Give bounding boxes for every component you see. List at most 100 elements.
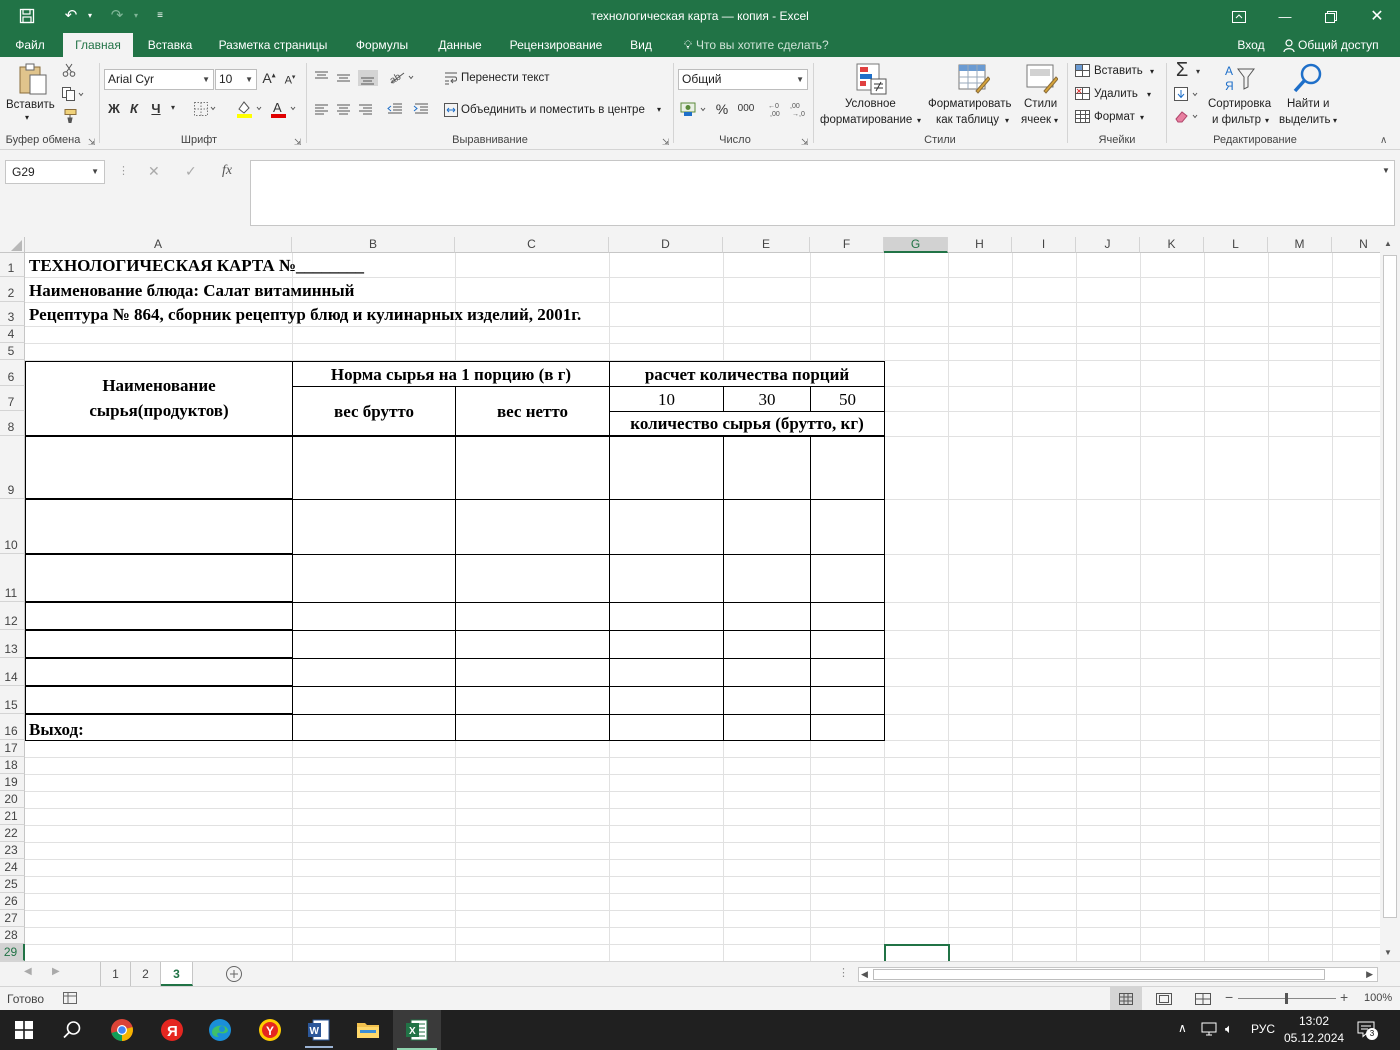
windows-start-icon[interactable] [0, 1010, 48, 1050]
column-header-a[interactable]: A [25, 237, 292, 253]
row-header-10[interactable]: 10 [0, 499, 25, 554]
cell-header-netto[interactable]: вес нетто [456, 402, 609, 422]
cell-styles-icon[interactable] [1026, 63, 1059, 98]
row-header-23[interactable]: 23 [0, 842, 25, 859]
scroll-left-icon[interactable]: ◀ [861, 969, 868, 980]
clock-date[interactable]: 05.12.2024 [1284, 1031, 1344, 1045]
delete-cells-button[interactable]: Удалить [1094, 88, 1138, 100]
input-language[interactable]: РУС [1251, 1022, 1275, 1036]
row-header-15[interactable]: 15 [0, 686, 25, 714]
sort-filter-icon[interactable]: АЯ [1224, 63, 1256, 96]
scroll-right-icon[interactable]: ▶ [1366, 969, 1373, 980]
row-header-8[interactable]: 8 [0, 411, 25, 436]
row-header-22[interactable]: 22 [0, 825, 25, 842]
font-size-combo[interactable]: 10 ▼ [215, 69, 257, 90]
search-icon[interactable] [48, 1014, 96, 1050]
format-painter-icon[interactable] [62, 109, 78, 126]
wrap-text-button[interactable]: Перенести текст [461, 72, 550, 84]
row-header-26[interactable]: 26 [0, 893, 25, 910]
sort-filter-button[interactable]: Сортировка [1208, 98, 1271, 110]
zoom-level[interactable]: 100% [1364, 992, 1392, 1004]
column-header-l[interactable]: L [1204, 237, 1268, 253]
find-select-button[interactable]: Найти и [1287, 98, 1329, 110]
confirm-entry-icon[interactable]: ✓ [185, 163, 197, 180]
macro-record-icon[interactable] [63, 992, 77, 1007]
row-header-21[interactable]: 21 [0, 808, 25, 825]
sheet-tab-2[interactable]: 2 [131, 962, 161, 986]
file-explorer-icon[interactable] [344, 1014, 392, 1050]
signin-link[interactable]: Вход [1230, 33, 1272, 57]
autosum-dropdown-icon[interactable]: ▾ [1193, 67, 1203, 76]
scroll-down-icon[interactable]: ▼ [1384, 948, 1392, 957]
orientation-icon[interactable]: ab [388, 69, 418, 88]
clear-icon[interactable] [1174, 109, 1202, 127]
cell-portions-10[interactable]: 10 [610, 390, 723, 410]
cell-styles-button[interactable]: Стили [1024, 98, 1057, 110]
format-cells-icon[interactable] [1075, 110, 1091, 127]
page-break-view-icon[interactable] [1195, 993, 1211, 1008]
clipboard-launcher-icon[interactable]: ⇲ [88, 137, 96, 148]
row-header-25[interactable]: 25 [0, 876, 25, 893]
row-header-13[interactable]: 13 [0, 630, 25, 658]
edge-icon[interactable] [196, 1014, 244, 1050]
row-header-4[interactable]: 4 [0, 326, 25, 343]
number-launcher-icon[interactable]: ⇲ [801, 137, 809, 148]
tab-file[interactable]: Файл [4, 33, 56, 57]
row-header-6[interactable]: 6 [0, 360, 25, 386]
insert-function-icon[interactable]: fx [222, 163, 232, 179]
bold-button[interactable]: Ж [106, 101, 122, 116]
cell-title[interactable]: ТЕХНОЛОГИЧЕСКАЯ КАРТА №________ [29, 256, 364, 276]
tab-page-layout[interactable]: Разметка страницы [210, 33, 336, 57]
cell-portions-50[interactable]: 50 [811, 390, 884, 410]
tab-data[interactable]: Данные [428, 33, 492, 57]
find-select-icon[interactable] [1292, 62, 1324, 97]
horizontal-scroll-thumb[interactable] [873, 969, 1325, 980]
merge-center-button[interactable]: Объединить и поместить в центре [461, 104, 645, 116]
chrome-icon[interactable] [98, 1014, 146, 1050]
shrink-font-icon[interactable]: A▾ [283, 73, 297, 87]
add-sheet-icon[interactable] [225, 965, 243, 986]
cell-header-qty[interactable]: количество сырья (брутто, кг) [610, 414, 884, 434]
row-header-2[interactable]: 2 [0, 277, 25, 302]
copy-icon[interactable] [62, 87, 84, 104]
alignment-launcher-icon[interactable]: ⇲ [662, 137, 670, 148]
sheet-tab-3[interactable]: 3 [161, 962, 193, 986]
column-header-i[interactable]: I [1012, 237, 1076, 253]
format-as-table-button[interactable]: Форматировать [928, 98, 1011, 110]
row-header-28[interactable]: 28 [0, 927, 25, 944]
cell-header-calc[interactable]: расчет количества порций [610, 365, 884, 385]
row-header-29[interactable]: 29 [0, 944, 25, 961]
grow-font-icon[interactable]: A▴ [261, 70, 277, 86]
zoom-in-icon[interactable]: + [1340, 989, 1348, 1005]
cut-icon[interactable] [62, 63, 76, 80]
row-header-14[interactable]: 14 [0, 658, 25, 686]
tab-review[interactable]: Рецензирование [500, 33, 612, 57]
column-header-h[interactable]: H [948, 237, 1012, 253]
thousands-button[interactable]: 000 [736, 103, 756, 114]
normal-view-button[interactable] [1110, 987, 1142, 1011]
worksheet-grid[interactable]: ABCDEFGHIJKLMN 1 2 3 4 5 6 7 8 9 10 11 12 13 14 15 16 17… [0, 237, 1380, 961]
cell-recipe[interactable]: Рецептура № 864, сборник рецептур блюд и… [29, 305, 581, 325]
insert-cells-button[interactable]: Вставить [1094, 65, 1143, 77]
ribbon-display-icon[interactable] [1216, 0, 1262, 33]
row-header-27[interactable]: 27 [0, 910, 25, 927]
cancel-entry-icon[interactable]: ✕ [148, 163, 160, 180]
tab-insert[interactable]: Вставка [138, 33, 202, 57]
cell-header-norm[interactable]: Норма сырья на 1 порцию (в г) [293, 365, 609, 385]
fill-color-icon[interactable] [236, 100, 266, 121]
close-icon[interactable]: ✕ [1354, 0, 1400, 33]
row-header-20[interactable]: 20 [0, 791, 25, 808]
cell-header-name-2[interactable]: сырья(продуктов) [26, 401, 292, 421]
merge-dropdown-icon[interactable]: ▾ [657, 105, 661, 114]
align-top-icon[interactable] [314, 70, 378, 89]
paste-button[interactable]: Вставить [6, 99, 55, 111]
underline-button[interactable]: Ч [148, 101, 164, 116]
indent-icon[interactable] [387, 102, 429, 119]
column-header-k[interactable]: K [1140, 237, 1204, 253]
volume-icon[interactable]: 🔈︎ [1225, 1021, 1233, 1037]
tab-formulas[interactable]: Формулы [344, 33, 420, 57]
row-header-24[interactable]: 24 [0, 859, 25, 876]
cell-portions-30[interactable]: 30 [724, 390, 810, 410]
vertical-scrollbar[interactable]: ▲ ▼ [1380, 237, 1400, 961]
next-sheet-icon[interactable]: ▶ [52, 966, 60, 977]
